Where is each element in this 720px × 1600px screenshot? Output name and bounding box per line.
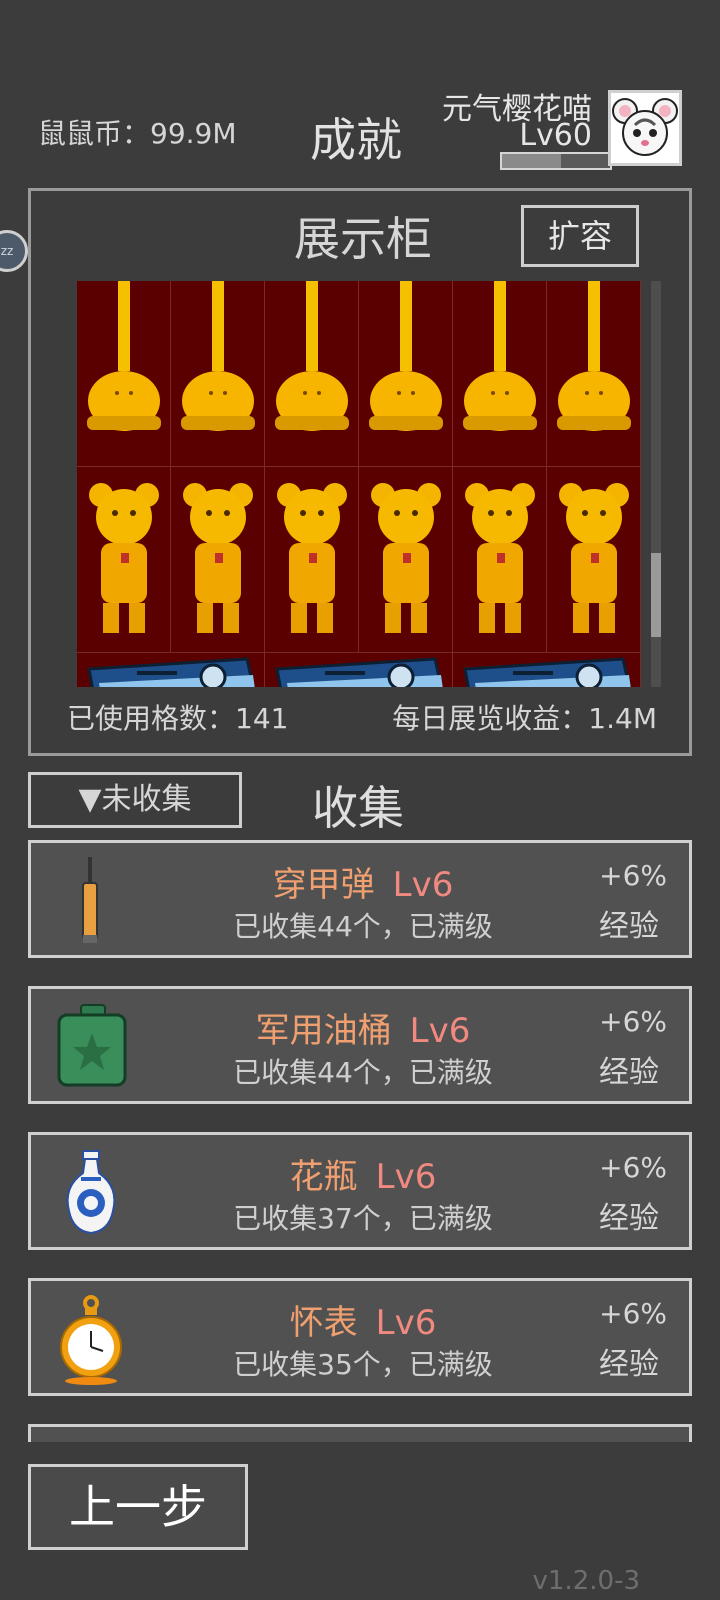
filter-dropdown[interactable]: ▼未收集 — [28, 772, 242, 828]
item-name: 穿甲弹 — [272, 865, 375, 905]
cabinet-grid[interactable] — [77, 281, 641, 687]
bear-statue-icon — [183, 483, 253, 633]
list-item[interactable]: 军用油桶 Lv6 已收集44个，已满级 +6% 经验 — [28, 986, 692, 1104]
trophy-icon — [181, 281, 255, 431]
item-level: Lv6 — [375, 1157, 437, 1197]
back-button[interactable]: 上一步 — [28, 1464, 248, 1550]
list-item[interactable]: 穿甲弹 Lv6 已收集44个，已满级 +6% 经验 — [28, 840, 692, 958]
cabinet-slot[interactable] — [547, 281, 641, 467]
item-level: Lv6 — [375, 1303, 437, 1343]
cabinet-slot[interactable] — [171, 467, 265, 653]
version-label: v1.2.0-3 — [532, 1566, 640, 1596]
projector-icon — [87, 657, 255, 687]
item-name-row: 花瓶 Lv6 — [31, 1149, 695, 1198]
list-item[interactable]: 怀表 Lv6 已收集35个，已满级 +6% 经验 — [28, 1278, 692, 1396]
bear-statue-icon — [559, 483, 629, 633]
cabinet-slot[interactable] — [453, 653, 641, 687]
item-bonus-type: 经验 — [599, 1055, 659, 1090]
trophy-icon — [87, 281, 161, 431]
item-level: Lv6 — [409, 1011, 471, 1051]
xp-bar-fill — [502, 154, 562, 168]
item-bonus-type: 经验 — [599, 1347, 659, 1382]
cabinet-slot[interactable] — [359, 467, 453, 653]
bear-statue-icon — [465, 483, 535, 633]
item-bonus: +6% — [599, 859, 667, 892]
bear-statue-icon — [277, 483, 347, 633]
trophy-icon — [275, 281, 349, 431]
cabinet-slot[interactable] — [265, 653, 453, 687]
page-title: 成就 — [310, 113, 402, 167]
trophy-icon — [557, 281, 631, 431]
item-name: 怀表 — [289, 1303, 358, 1343]
player-level: Lv60 — [519, 118, 592, 153]
expand-button[interactable]: 扩容 — [521, 205, 639, 267]
list-item[interactable]: 花瓶 Lv6 已收集37个，已满级 +6% 经验 — [28, 1132, 692, 1250]
display-cabinet: 展示柜 扩容 已使用格数：141 每日展览收益：1.4M — [28, 188, 692, 756]
item-level: Lv6 — [392, 865, 454, 905]
cabinet-slot[interactable] — [265, 467, 359, 653]
item-name: 军用油桶 — [255, 1011, 392, 1051]
used-slots: 已使用格数：141 — [67, 702, 289, 735]
item-status: 已收集44个，已满级 — [233, 1056, 493, 1089]
cabinet-slot[interactable] — [359, 281, 453, 467]
cabinet-scrollbar[interactable] — [651, 281, 661, 687]
item-status: 已收集44个，已满级 — [233, 910, 493, 943]
item-bonus-type: 经验 — [599, 909, 659, 944]
cabinet-row — [77, 467, 641, 653]
trophy-icon — [369, 281, 443, 431]
cabinet-slot[interactable] — [453, 467, 547, 653]
cabinet-slot[interactable] — [171, 281, 265, 467]
cabinet-slot[interactable] — [547, 467, 641, 653]
collection-title: 收集 — [312, 781, 404, 835]
cabinet-row — [77, 281, 641, 467]
cabinet-slot[interactable] — [77, 281, 171, 467]
item-status: 已收集37个，已满级 — [233, 1202, 493, 1235]
item-name-row: 穿甲弹 Lv6 — [31, 857, 695, 906]
item-bonus: +6% — [599, 1005, 667, 1038]
item-name: 花瓶 — [289, 1157, 358, 1197]
item-name-row: 军用油桶 Lv6 — [31, 1003, 695, 1052]
xp-bar — [500, 152, 612, 170]
bear-statue-icon — [89, 483, 159, 633]
side-menu-badge[interactable]: zz — [0, 230, 28, 272]
cabinet-slot[interactable] — [265, 281, 359, 467]
scrollbar-thumb[interactable] — [651, 553, 661, 637]
item-name-row: 怀表 Lv6 — [31, 1295, 695, 1344]
bear-statue-icon — [371, 483, 441, 633]
item-bonus: +6% — [599, 1297, 667, 1330]
item-bonus: +6% — [599, 1151, 667, 1184]
coins-balance: 鼠鼠币：99.9M — [38, 117, 237, 150]
projector-icon — [275, 657, 443, 687]
avatar[interactable] — [608, 90, 682, 166]
item-bonus-type: 经验 — [599, 1201, 659, 1236]
trophy-icon — [463, 281, 537, 431]
list-item[interactable] — [28, 1424, 692, 1442]
daily-income: 每日展览收益：1.4M — [392, 702, 657, 735]
cabinet-slot[interactable] — [77, 467, 171, 653]
item-status: 已收集35个，已满级 — [233, 1348, 493, 1381]
cabinet-slot[interactable] — [77, 653, 265, 687]
cabinet-row — [77, 653, 641, 687]
projector-icon — [463, 657, 631, 687]
mouse-avatar-icon — [612, 98, 678, 156]
cabinet-slot[interactable] — [453, 281, 547, 467]
